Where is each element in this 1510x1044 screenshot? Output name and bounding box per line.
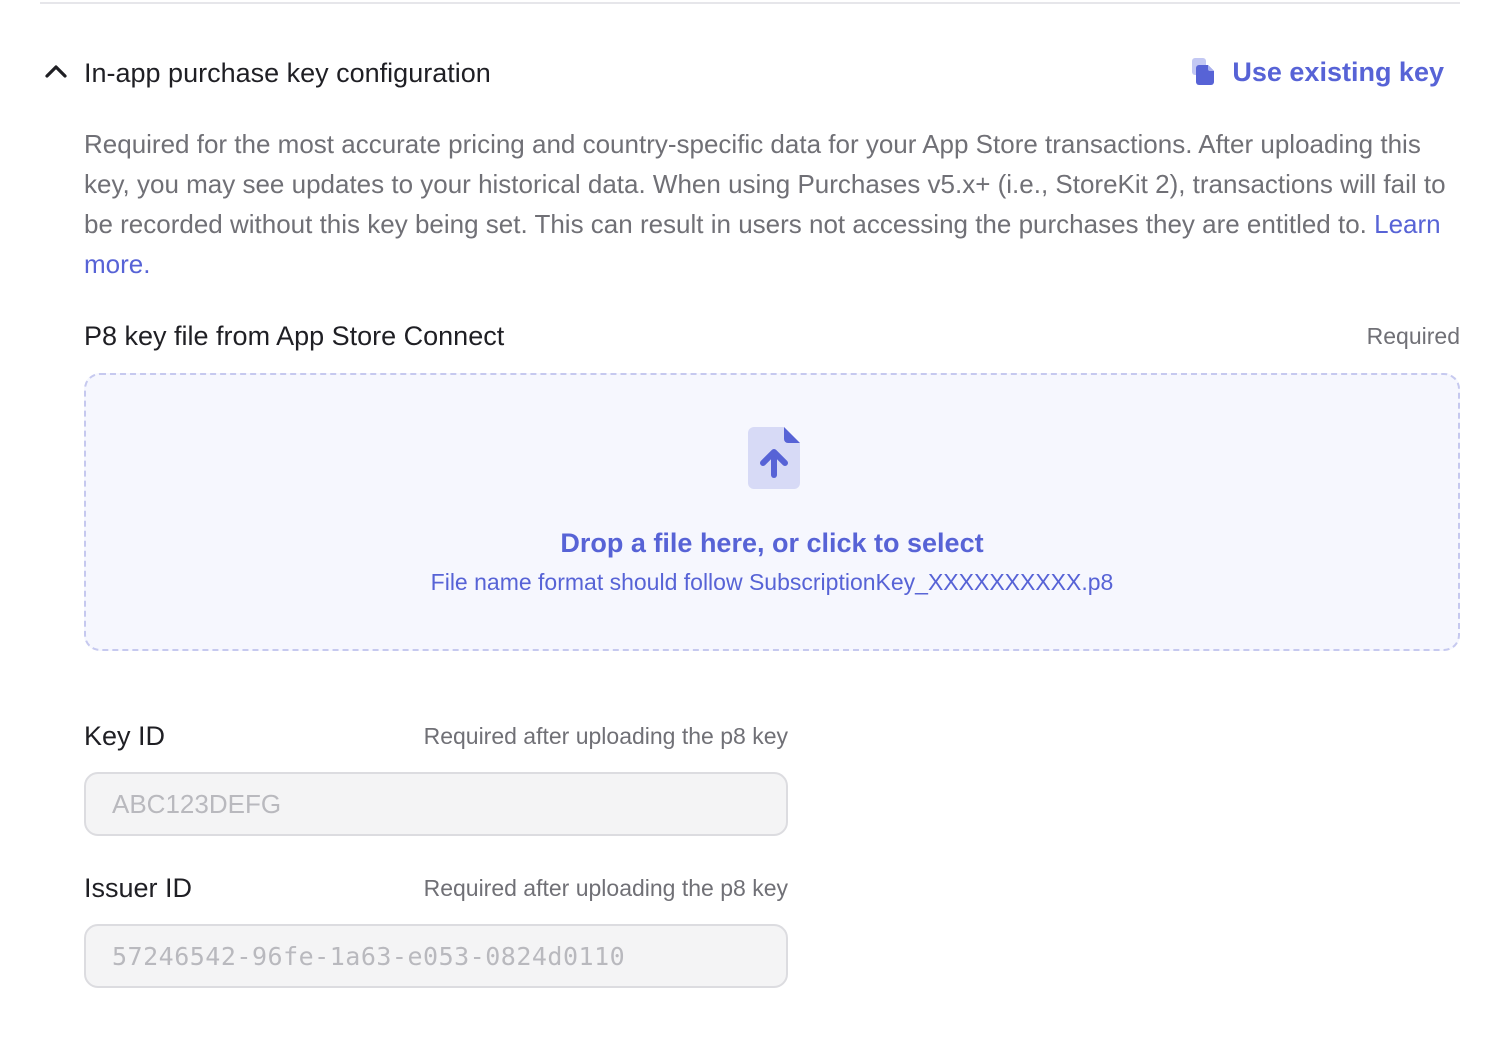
- section-header: In-app purchase key configuration Use ex…: [40, 48, 1460, 98]
- p8-field-label-row: P8 key file from App Store Connect Requi…: [84, 318, 1460, 354]
- dropzone-title: Drop a file here, or click to select: [560, 528, 984, 558]
- p8-required-label: Required: [1366, 323, 1460, 349]
- issuer-id-input[interactable]: [84, 924, 788, 988]
- issuer-id-label: Issuer ID: [84, 873, 193, 903]
- collapse-toggle[interactable]: [40, 56, 72, 88]
- file-upload-icon: [748, 427, 800, 489]
- key-id-required-label: Required after uploading the p8 key: [423, 723, 788, 749]
- p8-field-label: P8 key file from App Store Connect: [84, 321, 505, 351]
- key-id-label: Key ID: [84, 721, 166, 751]
- section-description: Required for the most accurate pricing a…: [84, 124, 1456, 284]
- chevron-up-icon: [45, 65, 67, 78]
- dropzone-hint: File name format should follow Subscript…: [430, 569, 1114, 595]
- key-id-input[interactable]: [84, 772, 788, 836]
- issuer-id-label-row: Issuer ID Required after uploading the p…: [84, 870, 788, 906]
- issuer-id-required-label: Required after uploading the p8 key: [423, 875, 788, 901]
- description-text: Required for the most accurate pricing a…: [84, 129, 1446, 239]
- section-title: In-app purchase key configuration: [84, 58, 491, 88]
- copy-file-icon: [1192, 58, 1215, 85]
- use-existing-key-label: Use existing key: [1232, 56, 1444, 87]
- use-existing-key-button[interactable]: Use existing key: [1190, 54, 1444, 90]
- key-id-label-row: Key ID Required after uploading the p8 k…: [84, 718, 788, 754]
- file-dropzone[interactable]: Drop a file here, or click to select Fil…: [84, 373, 1460, 651]
- top-divider: [40, 2, 1460, 4]
